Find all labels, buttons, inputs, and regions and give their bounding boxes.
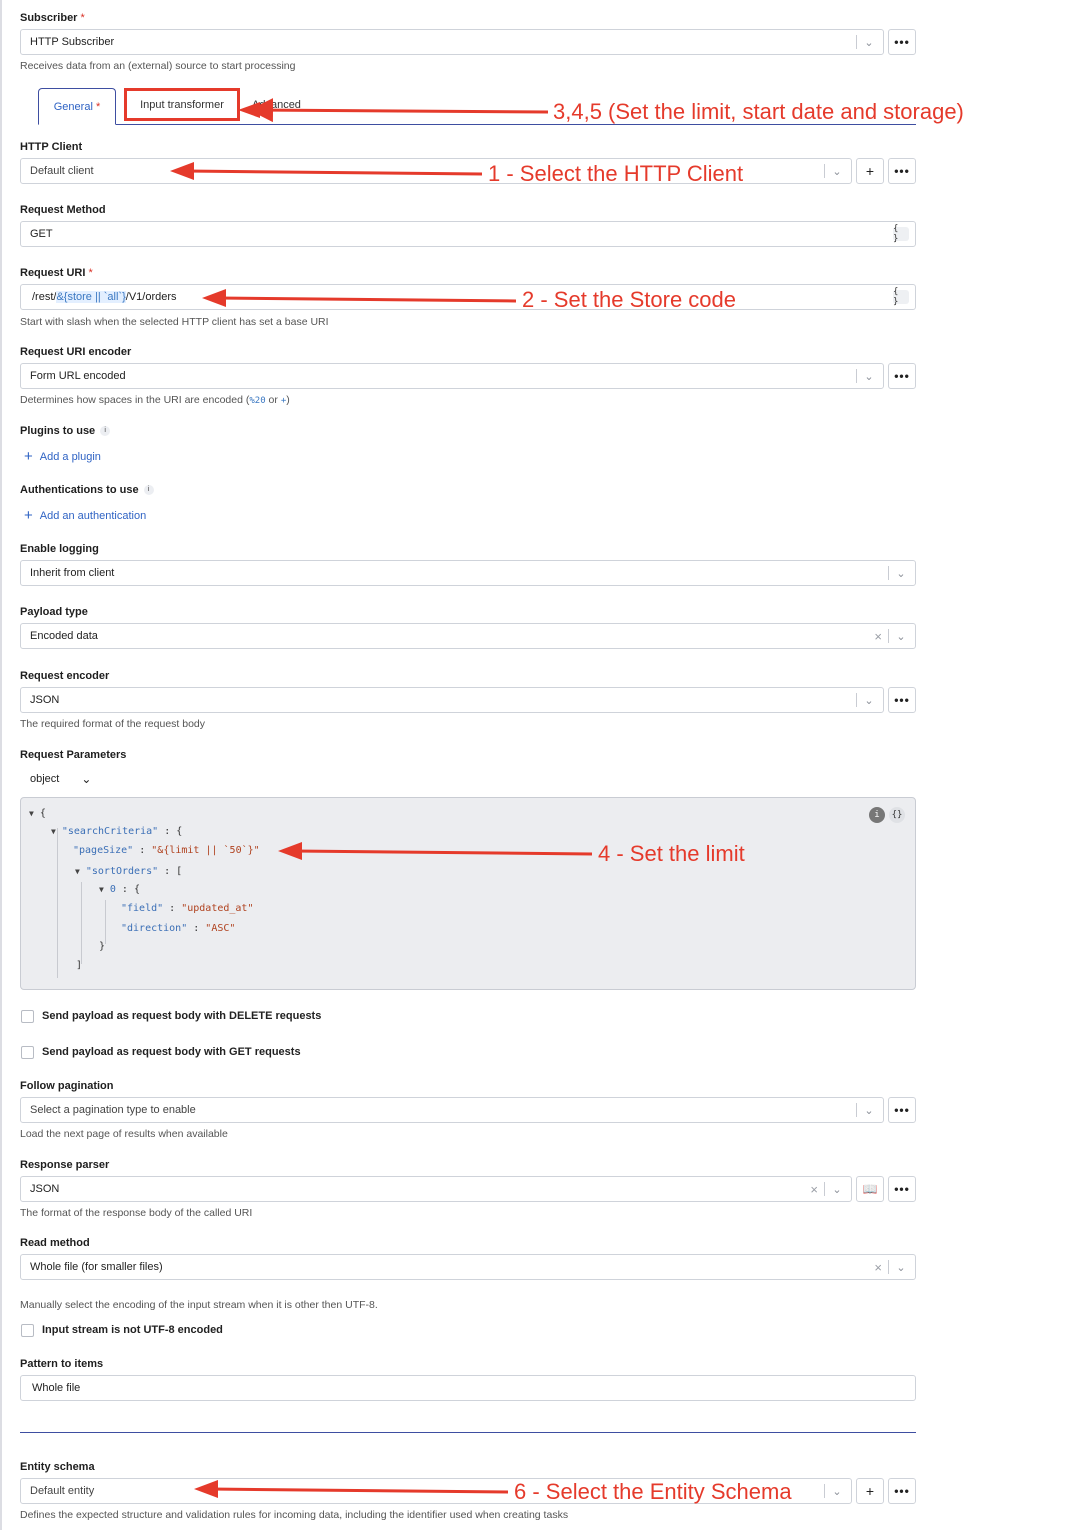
arrow-limit — [293, 849, 593, 856]
annotation-3-4-5: 3,4,5 (Set the limit, start date and sto… — [553, 99, 964, 124]
arrow-entity-schema — [209, 1487, 509, 1494]
annotation-1: 1 - Select the HTTP Client — [488, 161, 744, 186]
annotation-2: 2 - Set the Store code — [522, 287, 737, 312]
annotation-6: 6 - Select the Entity Schema — [514, 1479, 792, 1504]
arrow-store-code — [217, 296, 517, 303]
annotation-arrows — [170, 98, 593, 1498]
arrow-input-transformer — [249, 98, 549, 123]
annotation-4: 4 - Set the limit — [598, 841, 745, 866]
arrow-http-client — [185, 169, 483, 176]
